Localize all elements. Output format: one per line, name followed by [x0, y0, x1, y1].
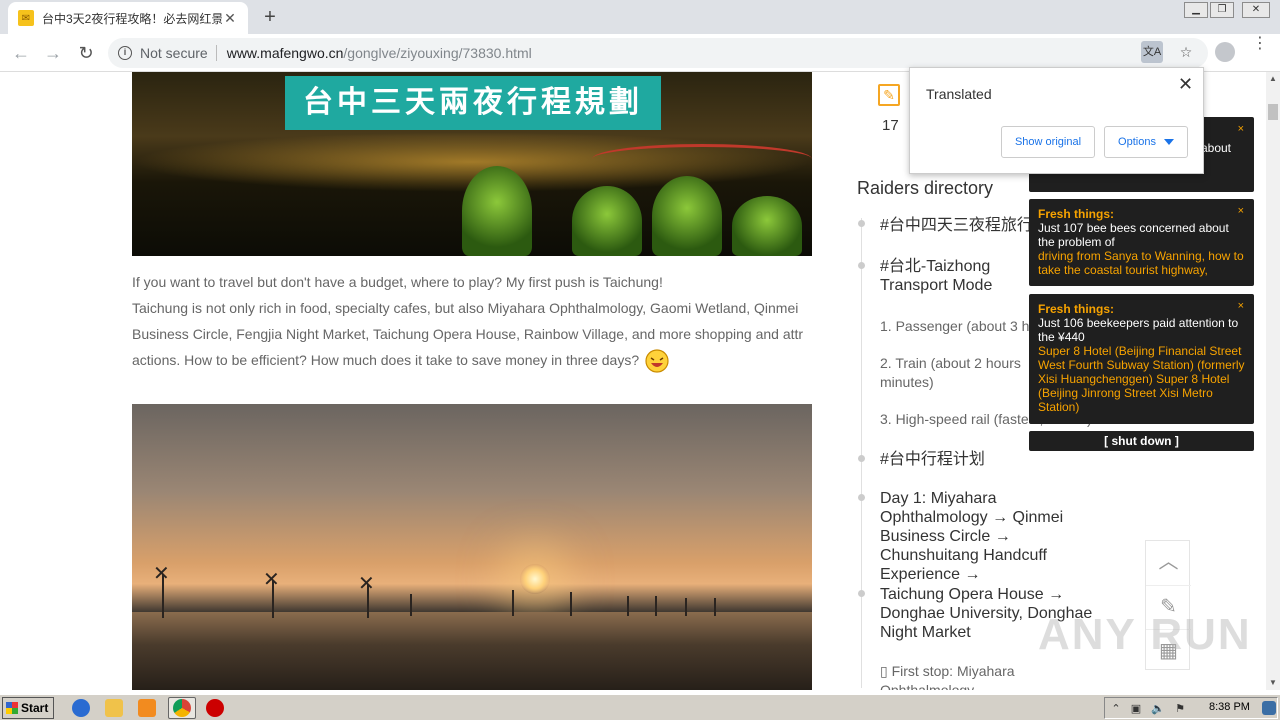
directory-dot [858, 262, 865, 269]
directory-subitem[interactable]: ▯ First stop: Miyahara Ophthalmology [880, 662, 1035, 690]
options-button[interactable]: Options [1104, 126, 1188, 158]
url-path: /gonglve/ziyouxing/73830.html [343, 45, 532, 61]
edit-note-icon[interactable]: ✎ [878, 84, 900, 106]
stop-icon[interactable] [206, 699, 224, 717]
tab-strip: ✉ 台中3天2夜行程攻略！必去网红景点 ✕ + ▁ ❐ ✕ [0, 0, 1280, 34]
bookmark-star-icon[interactable]: ☆ [1175, 41, 1197, 63]
sunset-photo: ✕ ✕ ✕ [132, 404, 812, 690]
windows-taskbar: Start ⌃ ▣ 🔈 ⚑ 8:38 PM [0, 694, 1280, 720]
internet-explorer-icon[interactable] [72, 699, 90, 717]
directory-dot [858, 220, 865, 227]
close-icon[interactable]: × [1238, 299, 1244, 313]
translate-popup-title: Translated [926, 86, 992, 102]
laughing-emoji-icon [645, 349, 669, 373]
maximize-button[interactable]: ❐ [1210, 2, 1234, 18]
shut-down-button[interactable]: [ shut down ] [1029, 431, 1254, 451]
scroll-down-arrow-icon[interactable]: ▼ [1266, 676, 1280, 690]
menu-dots-icon[interactable]: ⋮ [1252, 36, 1268, 64]
directory-item[interactable]: #台北-Taizhong Transport Mode [880, 257, 1040, 295]
media-player-icon[interactable] [138, 699, 156, 717]
banner-title: 台中三天兩夜行程規劃 [285, 76, 661, 130]
clock: 8:38 PM [1209, 701, 1250, 713]
forward-arrow-icon[interactable]: → [40, 40, 66, 66]
directory-dot [858, 590, 865, 597]
article-paragraph: Taichung is not only rich in food, speci… [132, 300, 804, 368]
notification-link[interactable]: driving from Sanya to Wanning, how to ta… [1038, 249, 1245, 277]
close-icon[interactable]: × [1238, 122, 1244, 136]
show-desktop-icon[interactable] [1262, 701, 1276, 715]
system-tray: ⌃ ▣ 🔈 ⚑ 8:38 PM [1104, 697, 1278, 719]
article-paragraph: If you want to travel but don't have a b… [132, 274, 663, 290]
options-label: Options [1118, 136, 1156, 148]
anyrun-watermark: ANY RUN [1038, 610, 1252, 659]
directory-title: Raiders directory [857, 178, 994, 198]
edit-count: 17 [882, 117, 899, 134]
url-host: www.mafengwo.cn [226, 45, 344, 61]
start-button[interactable]: Start [2, 697, 54, 719]
chevron-up-icon[interactable]: ⌃ [1109, 702, 1123, 716]
directory-subitem[interactable]: 2. Train (about 2 hours minutes) [880, 354, 1030, 392]
folder-icon[interactable] [105, 699, 123, 717]
translate-icon[interactable]: 文A [1141, 41, 1163, 63]
translate-popup: Translated ✕ Show original Options [909, 67, 1204, 174]
new-tab-button[interactable]: + [258, 6, 282, 30]
directory-item[interactable]: #台中行程计划 [880, 450, 1120, 469]
notification-body: Just 106 beekeepers paid attention to th… [1038, 316, 1239, 344]
back-arrow-icon[interactable]: ← [8, 40, 34, 66]
notification-body: Just 107 bee bees concerned about the pr… [1038, 221, 1229, 249]
tab-close-icon[interactable]: ✕ [222, 10, 238, 26]
notification-heading: Fresh things: [1038, 302, 1115, 316]
network-icon[interactable]: ▣ [1129, 702, 1143, 716]
scrollbar-thumb[interactable] [1268, 104, 1278, 120]
directory-dot [858, 494, 865, 501]
chevron-up-icon[interactable]: ︿ [1146, 541, 1191, 583]
notification-toast: × Fresh things: Just 106 beekeepers paid… [1029, 294, 1254, 424]
directory-subitem[interactable]: 1. Passenger (about 3 h [880, 317, 1035, 336]
chrome-icon [173, 699, 191, 717]
notification-heading: Fresh things: [1038, 207, 1115, 221]
flag-icon[interactable]: ⚑ [1173, 702, 1187, 716]
directory-dot [858, 455, 865, 462]
directory-item[interactable]: Day 1: Miyahara Ophthalmology → Qinmei B… [880, 489, 1105, 584]
address-bar[interactable]: i Not secure www.mafengwo.cn/gonglve/ziy… [108, 38, 1208, 68]
start-label: Start [21, 701, 49, 715]
minimize-button[interactable]: ▁ [1184, 2, 1208, 18]
close-icon[interactable]: × [1238, 204, 1244, 218]
volume-icon[interactable]: 🔈 [1151, 702, 1165, 716]
profile-avatar[interactable] [1215, 42, 1235, 62]
windows-flag-icon [6, 702, 18, 714]
vertical-scrollbar[interactable]: ▲ ▼ [1266, 72, 1280, 690]
banner-image: 台中三天兩夜行程規劃 [132, 72, 812, 256]
browser-tab[interactable]: ✉ 台中3天2夜行程攻略！必去网红景点 ✕ [8, 2, 248, 34]
show-original-button[interactable]: Show original [1001, 126, 1095, 158]
mafengwo-favicon-icon: ✉ [18, 10, 34, 26]
scroll-up-arrow-icon[interactable]: ▲ [1266, 72, 1280, 86]
tab-title: 台中3天2夜行程攻略！必去网红景点 [42, 11, 222, 26]
divider [215, 45, 217, 61]
notification-toast: × Fresh things: Just 107 bee bees concer… [1029, 199, 1254, 286]
window-close-button[interactable]: ✕ [1242, 2, 1270, 18]
info-icon[interactable]: i [118, 46, 132, 60]
directory-line [861, 218, 862, 688]
notification-link[interactable]: Super 8 Hotel (Beijing Financial Street … [1038, 344, 1245, 414]
close-icon[interactable]: ✕ [1178, 74, 1193, 95]
security-label: Not secure [140, 45, 208, 61]
article-body: If you want to travel but don't have a b… [132, 269, 812, 374]
reload-icon[interactable]: ↻ [73, 40, 99, 66]
chevron-down-icon [1163, 139, 1174, 146]
